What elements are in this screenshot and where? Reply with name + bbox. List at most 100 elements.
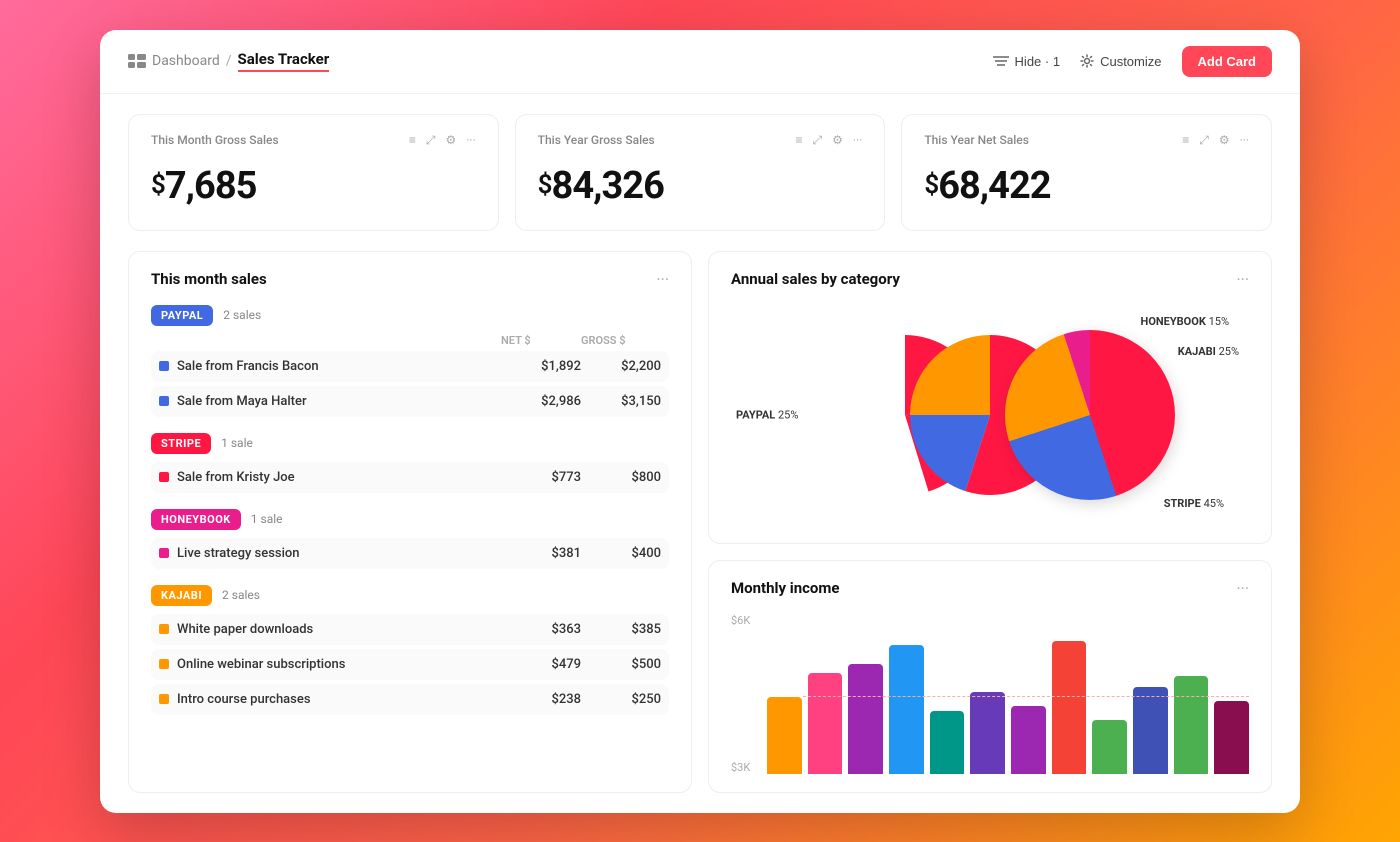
stat-actions-0: ≡ ⤢ ⚙ ···	[409, 133, 476, 148]
sale-row-2-0: Live strategy session$381$400	[151, 538, 669, 569]
sales-group-header-1: STRIPE 1 sale	[151, 433, 669, 454]
filter-icon-2[interactable]: ≡	[1182, 133, 1189, 147]
badge-kajabi: KAJABI	[151, 585, 212, 606]
filter-icon-1[interactable]: ≡	[796, 133, 803, 147]
sale-row-3-0: White paper downloads $363$385	[151, 614, 669, 645]
sale-name-0-1: Sale from Maya Halter	[159, 394, 501, 409]
settings-icon-2[interactable]: ⚙	[1219, 133, 1230, 147]
header: Dashboard / Sales Tracker Hide · 1 Custo…	[100, 30, 1300, 94]
badge-stripe: STRIPE	[151, 433, 211, 454]
sales-group-header-2: HONEYBOOK1 sale	[151, 509, 669, 530]
sale-name-3-2: Intro course purchases	[159, 692, 501, 707]
badge-count-2: 1 sale	[251, 512, 283, 526]
more-icon-1[interactable]: ···	[853, 133, 862, 147]
bars-container	[767, 624, 1249, 774]
badge-count-0: 2 sales	[223, 308, 261, 322]
bar-8	[1092, 720, 1127, 773]
stat-card-0: This Month Gross Sales ≡ ⤢ ⚙ ··· $7,685	[128, 114, 499, 231]
stat-title-2: This Year Net Sales	[924, 133, 1029, 147]
y-label-top: $6K	[731, 614, 750, 627]
customize-label: Customize	[1100, 54, 1161, 69]
expand-icon-1[interactable]: ⤢	[813, 133, 823, 148]
bar-col-0	[767, 624, 802, 774]
sales-group-3: KAJABI2 sales White paper downloads $363$3…	[151, 585, 669, 715]
sale-row-0-0: Sale from Francis Bacon$1,892$2,200	[151, 351, 669, 382]
bottom-grid: This month sales ··· PAYPAL2 salesNET $G…	[128, 251, 1272, 793]
bar-col-3	[889, 624, 924, 774]
bar-0	[767, 697, 802, 774]
pie-chart-menu-icon[interactable]: ···	[1236, 270, 1249, 289]
bar-col-11	[1214, 624, 1249, 774]
sale-name-1-0: Sale from Kristy Joe	[159, 470, 501, 485]
hide-button[interactable]: Hide · 1	[993, 54, 1061, 69]
sale-net-3-0: $363	[501, 622, 581, 637]
sales-group-header-3: KAJABI2 sales	[151, 585, 669, 606]
sales-columns-header: NET $GROSS $	[151, 334, 669, 347]
stat-title-1: This Year Gross Sales	[538, 133, 655, 147]
sale-gross-3-1: $500	[581, 657, 661, 672]
col-gross: GROSS $	[581, 334, 661, 347]
pie-chart-title: Annual sales by category	[731, 270, 900, 288]
main-content: This Month Gross Sales ≡ ⤢ ⚙ ··· $7,685 …	[100, 94, 1300, 813]
sale-name-text-2-0: Live strategy session	[177, 546, 300, 561]
bar-col-2	[848, 624, 883, 774]
sale-name-text-1-0: Sale from Kristy Joe	[177, 470, 295, 485]
bar-col-1	[808, 624, 843, 774]
pie-chart-header: Annual sales by category ···	[731, 270, 1249, 289]
bar-chart-yaxis: $6K $3K	[731, 614, 750, 774]
monthly-sales-panel: This month sales ··· PAYPAL2 salesNET $G…	[128, 251, 692, 793]
pie-label-honeybook: HONEYBOOK 15%	[1141, 315, 1229, 328]
sale-name-3-0: White paper downloads	[159, 622, 501, 637]
stat-actions-1: ≡ ⤢ ⚙ ···	[796, 133, 863, 148]
monthly-sales-menu-icon[interactable]: ···	[656, 270, 669, 289]
expand-icon-0[interactable]: ⤢	[426, 133, 436, 148]
bar-1	[808, 673, 843, 774]
settings-icon-0[interactable]: ⚙	[445, 133, 456, 147]
stats-row: This Month Gross Sales ≡ ⤢ ⚙ ··· $7,685 …	[128, 114, 1272, 231]
sale-gross-3-2: $250	[581, 692, 661, 707]
filter-icon-0[interactable]: ≡	[409, 133, 416, 147]
pie-label-stripe: STRIPE 45%	[1164, 497, 1224, 510]
sale-dot-1-0	[159, 472, 169, 482]
more-icon-2[interactable]: ···	[1240, 133, 1249, 147]
sale-dot-3-2	[159, 694, 169, 704]
sale-name-text-0-1: Sale from Maya Halter	[177, 394, 307, 409]
bar-col-7	[1052, 624, 1087, 774]
bar-3	[889, 645, 924, 774]
sale-gross-0-1: $3,150	[581, 394, 661, 409]
stat-value-2: $68,422	[924, 164, 1249, 208]
sale-net-1-0: $773	[501, 470, 581, 485]
sale-gross-3-0: $385	[581, 622, 661, 637]
add-card-button[interactable]: Add Card	[1182, 46, 1273, 77]
sale-row-1-0: Sale from Kristy Joe $773$800	[151, 462, 669, 493]
pie-label-paypal: PAYPAL 25%	[736, 408, 798, 421]
sale-gross-2-0: $400	[581, 546, 661, 561]
sale-name-text-3-0: White paper downloads	[177, 622, 313, 637]
stat-title-0: This Month Gross Sales	[151, 133, 279, 147]
settings-icon-1[interactable]: ⚙	[832, 133, 843, 147]
bar-7	[1052, 641, 1087, 774]
pie-chart-panel: Annual sales by category ···	[708, 251, 1272, 544]
sale-dot-3-0	[159, 624, 169, 634]
sale-row-3-1: Online webinar subscriptions$479$500	[151, 649, 669, 680]
expand-icon-2[interactable]: ⤢	[1199, 133, 1209, 148]
more-icon-0[interactable]: ···	[466, 133, 475, 147]
bar-10	[1174, 676, 1209, 774]
bar-6	[1011, 706, 1046, 773]
hide-label: Hide · 1	[1015, 54, 1061, 69]
sale-name-3-1: Online webinar subscriptions	[159, 657, 501, 672]
stat-value-0: $7,685	[151, 164, 476, 208]
bar-chart-menu-icon[interactable]: ···	[1236, 579, 1249, 598]
badge-count-1: 1 sale	[221, 436, 253, 450]
bar-chart-panel: Monthly income ··· $6K $3K	[708, 560, 1272, 793]
filter-icon	[993, 55, 1009, 67]
customize-button[interactable]: Customize	[1080, 54, 1161, 69]
sale-gross-1-0: $800	[581, 470, 661, 485]
bar-2	[848, 664, 883, 773]
stat-actions-2: ≡ ⤢ ⚙ ···	[1182, 133, 1249, 148]
sales-group-0: PAYPAL 2 sales NET $GROSS $ Sale from Franc…	[151, 305, 669, 417]
sale-net-0-1: $2,986	[501, 394, 581, 409]
sale-net-0-0: $1,892	[501, 359, 581, 374]
badge-paypal: PAYPAL	[151, 305, 213, 326]
sale-name-2-0: Live strategy session	[159, 546, 501, 561]
